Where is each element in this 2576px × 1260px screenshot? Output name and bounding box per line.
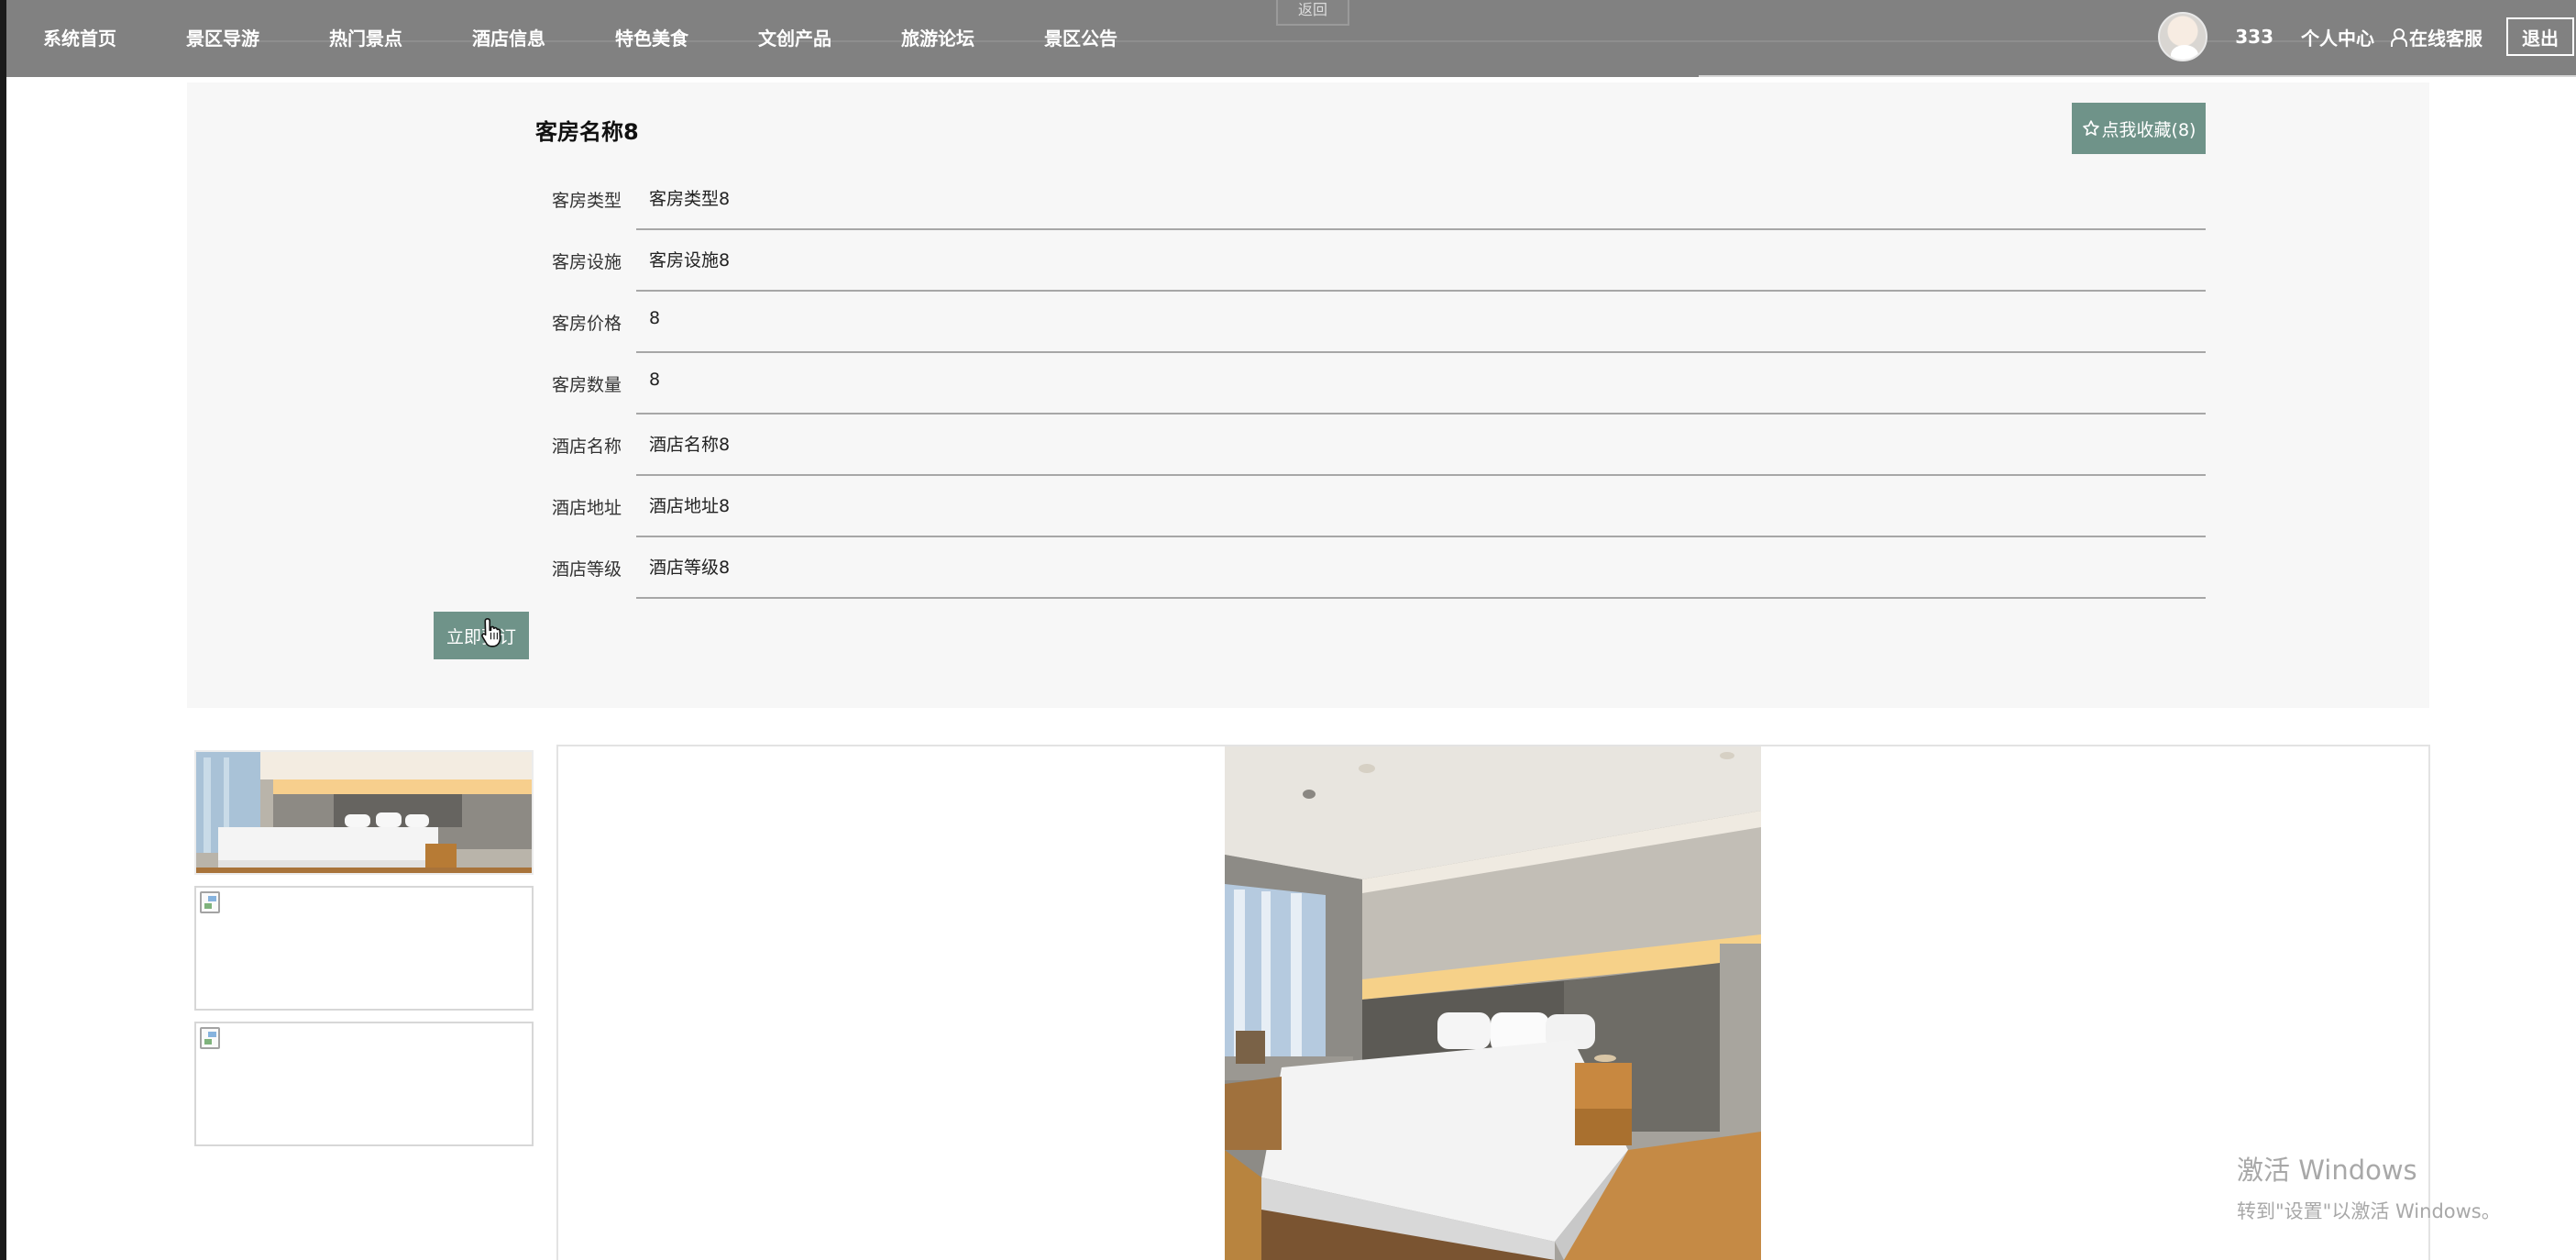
info-value: 酒店名称8 [649,435,731,455]
username: 333 [2235,26,2273,48]
watermark-subtitle: 转到"设置"以激活 Windows。 [2237,1200,2501,1222]
info-label: 客房设施 [551,252,622,272]
room-detail-panel: 客房名称8 点我收藏(8) 客房类型 客房类型8 客房设施 客房设施8 客房价格… [187,83,2429,708]
info-label: 酒店等级 [551,559,622,580]
favorite-label: 点我收藏(8) [2101,119,2196,140]
hand-cursor-icon [481,617,501,647]
online-service-label: 在线客服 [2409,27,2482,50]
nav-item-notices[interactable]: 景区公告 [1044,24,1187,50]
nav-item-products[interactable]: 文创产品 [758,24,901,50]
top-navbar: 返回 系统首页 景区导游 热门景点 酒店信息 特色美食 文创产品 旅游论坛 景区… [6,0,2576,77]
info-row-hotel-address: 酒店地址 酒店地址8 [535,476,2206,537]
thumbnail-2[interactable] [194,886,534,1011]
windows-activation-watermark: 激活 Windows 转到"设置"以激活 Windows。 [2237,1149,2501,1224]
info-row-room-type: 客房类型 客房类型8 [535,169,2206,230]
nav-item-attractions[interactable]: 热门景点 [329,24,472,50]
avatar[interactable] [2158,12,2208,61]
star-icon [2082,120,2099,136]
online-service-link[interactable]: 在线客服 [2391,24,2482,50]
favorite-button[interactable]: 点我收藏(8) [2072,103,2206,154]
window-edge [0,0,6,1260]
user-icon [2391,28,2407,47]
room-thumbnail-image [196,752,532,873]
info-row-room-price: 客房价格 8 [535,292,2206,353]
main-nav: 系统首页 景区导游 热门景点 酒店信息 特色美食 文创产品 旅游论坛 景区公告 [43,0,1187,73]
info-value: 客房设施8 [649,250,731,271]
user-center-link[interactable]: 个人中心 [2301,24,2374,50]
info-value: 酒店地址8 [649,496,731,516]
info-value: 8 [649,370,661,390]
info-row-hotel-grade: 酒店等级 酒店等级8 [535,537,2206,599]
back-button[interactable]: 返回 [1276,0,1349,26]
logout-button[interactable]: 退出 [2506,17,2574,56]
info-label: 客房数量 [551,375,622,395]
navbar-highlight-line [1699,75,2576,77]
page-title: 客房名称8 [535,119,639,145]
info-label: 酒店地址 [551,498,622,518]
room-info-list: 客房类型 客房类型8 客房设施 客房设施8 客房价格 8 客房数量 8 酒店名称… [535,169,2206,599]
info-row-hotel-name: 酒店名称 酒店名称8 [535,414,2206,476]
info-value: 客房类型8 [649,189,731,209]
thumbnail-1[interactable] [194,750,534,875]
nav-item-home[interactable]: 系统首页 [43,24,186,50]
info-label: 客房类型 [551,191,622,211]
nav-item-guide[interactable]: 景区导游 [186,24,329,50]
main-room-photo [1225,746,1761,1260]
info-value: 酒店等级8 [649,558,731,578]
info-label: 酒店名称 [551,437,622,457]
info-label: 客房价格 [551,314,622,334]
thumbnail-3[interactable] [194,1022,534,1146]
nav-item-food[interactable]: 特色美食 [615,24,758,50]
broken-image-icon [200,891,220,913]
divider [636,597,2206,599]
broken-image-icon [200,1027,220,1049]
room-photo-image [1225,746,1761,1260]
user-area: 333 个人中心 在线客服 退出 [2158,0,2576,73]
nav-item-forum[interactable]: 旅游论坛 [901,24,1044,50]
info-row-room-facilities: 客房设施 客房设施8 [535,230,2206,292]
watermark-title: 激活 Windows [2237,1155,2417,1186]
info-value: 8 [649,308,661,328]
nav-item-hotels[interactable]: 酒店信息 [472,24,615,50]
info-row-room-quantity: 客房数量 8 [535,353,2206,414]
